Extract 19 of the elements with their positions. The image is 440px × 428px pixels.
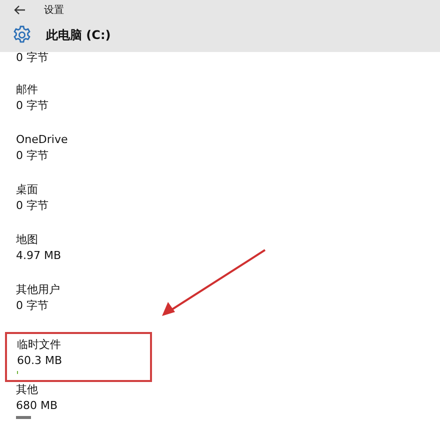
item-size: 0 字节 [16,298,48,314]
item-label[interactable]: 邮件 [16,82,38,98]
item-label[interactable]: OneDrive [16,132,68,148]
page-title: 此电脑 (C:) [46,26,111,44]
item-label[interactable]: 其他 [16,382,38,398]
settings-icon [12,25,32,45]
item-size: 0 字节 [16,51,48,64]
item-label[interactable]: 地图 [16,232,38,248]
item-label[interactable]: 其他用户 [16,282,60,298]
item-label[interactable]: 桌面 [16,182,38,198]
back-arrow-icon[interactable] [14,5,26,15]
item-size: 680 MB [16,398,58,414]
item-size: 4.97 MB [16,248,62,264]
settings-title: 设置 [44,4,64,17]
item-size: 60.3 MB [17,353,62,369]
item-size: 0 字节 [16,198,48,214]
item-size: 0 字节 [16,98,48,114]
item-label[interactable]: 临时文件 [17,337,61,353]
item-size: 0 字节 [16,148,48,164]
